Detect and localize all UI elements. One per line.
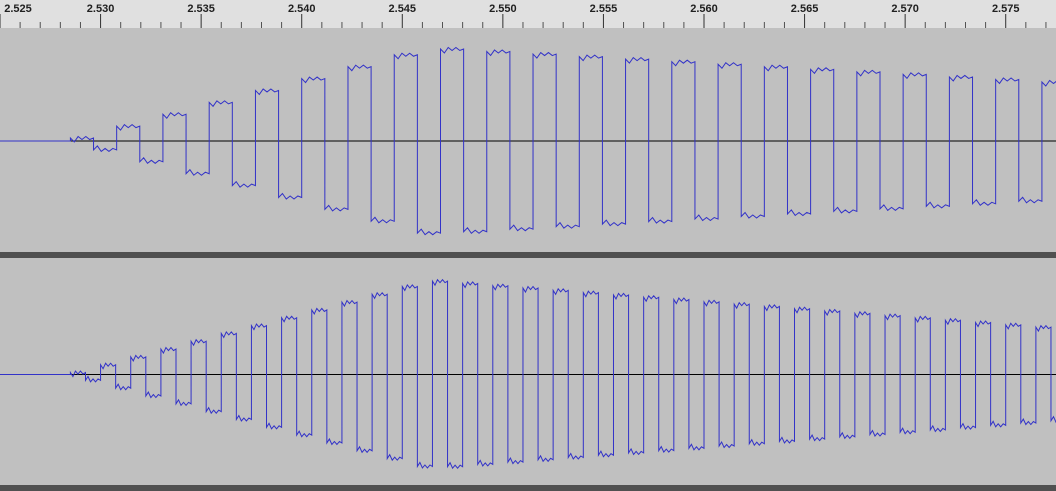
ruler-tick-label: 2.525 bbox=[4, 3, 32, 15]
ruler-tick-label: 2.575 bbox=[991, 3, 1020, 15]
ruler-tick-label: 2.565 bbox=[790, 3, 819, 15]
audio-track-left-channel[interactable] bbox=[0, 28, 1056, 254]
ruler-tick-label: 2.560 bbox=[690, 3, 718, 15]
ruler-tick-label: 2.535 bbox=[187, 3, 215, 15]
waveform-path bbox=[0, 278, 1056, 470]
ruler-tick-label: 2.570 bbox=[891, 3, 919, 15]
ruler-tick-label: 2.545 bbox=[388, 3, 417, 15]
waveform-right[interactable] bbox=[0, 258, 1056, 491]
audio-track-right-channel[interactable] bbox=[0, 258, 1056, 491]
ruler-tick-label: 2.550 bbox=[489, 3, 517, 15]
ruler-tick-label: 2.540 bbox=[287, 3, 316, 15]
track-bottom-border bbox=[0, 485, 1056, 491]
ruler-tick-label: 2.530 bbox=[86, 3, 115, 15]
ruler-tick-label: 2.555 bbox=[589, 3, 618, 15]
waveform-left[interactable] bbox=[0, 28, 1056, 254]
timeline-ruler[interactable]: 2.525 2.530 2.535 2.540 2.545 2.550 2.555 2.560… bbox=[0, 0, 1056, 29]
